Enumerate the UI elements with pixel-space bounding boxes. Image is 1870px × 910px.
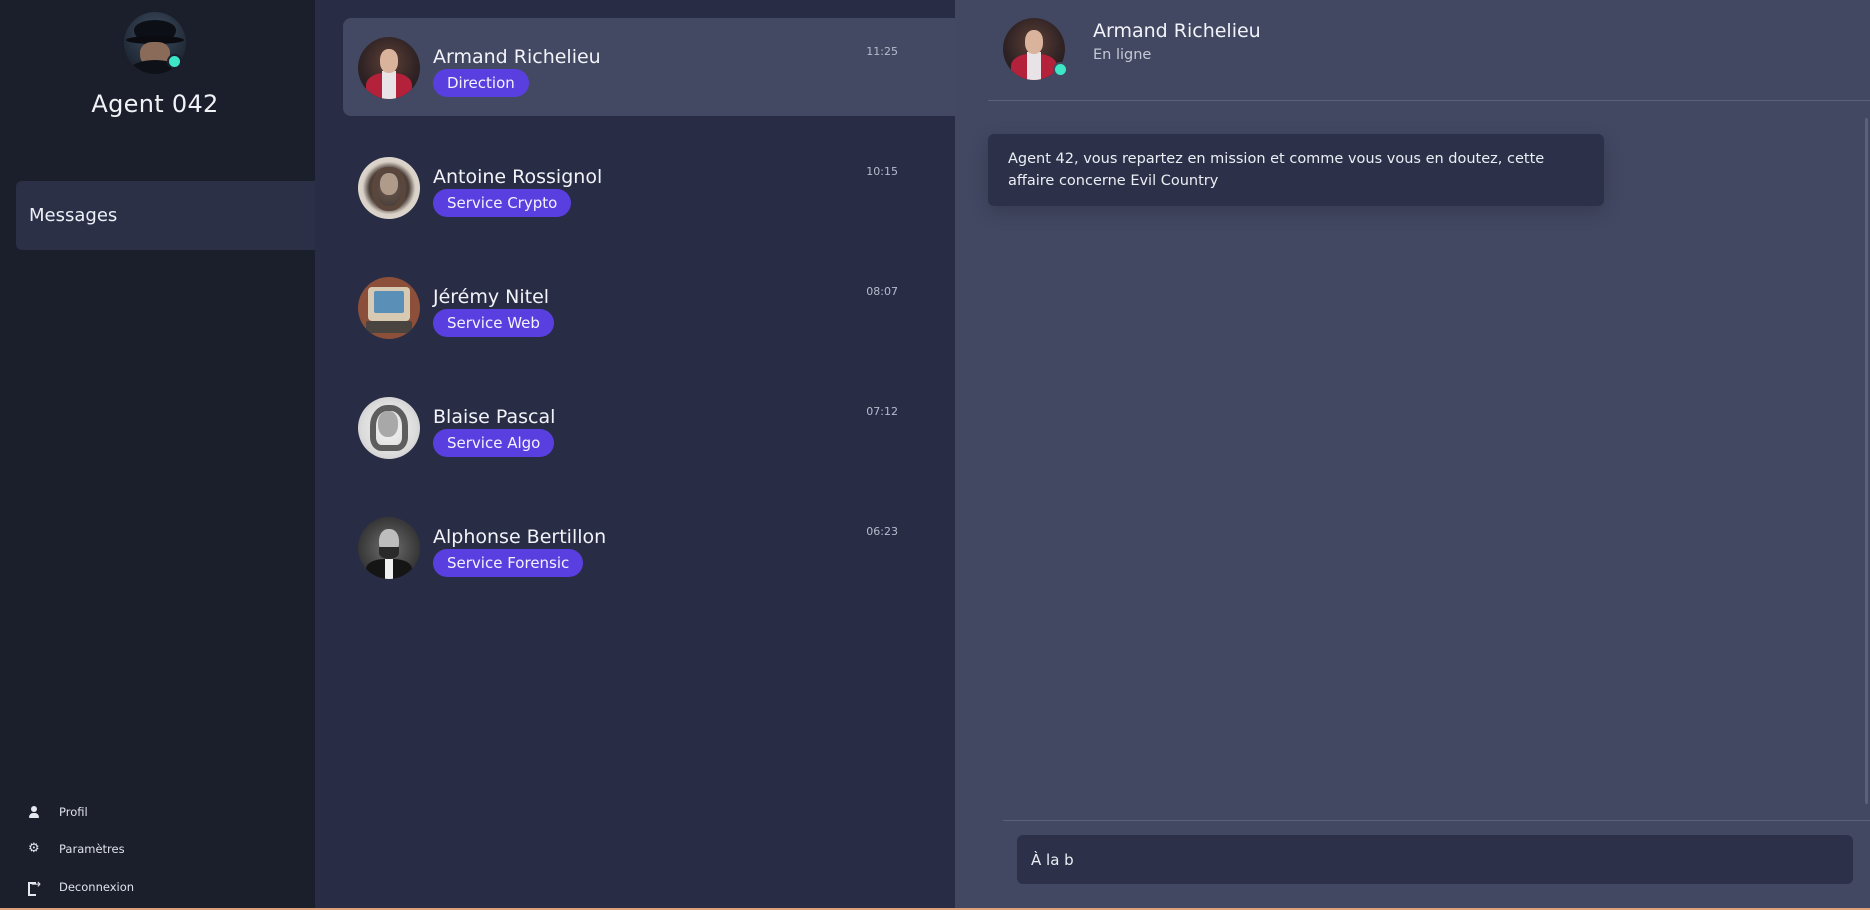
department-badge: Service Web xyxy=(433,309,554,337)
chat-panel: Armand Richelieu En ligne Agent 42, vous… xyxy=(955,0,1870,908)
chat-contact-status: En ligne xyxy=(1093,47,1152,63)
profile-link-label: Profil xyxy=(59,805,88,819)
divider xyxy=(1003,820,1870,821)
chat-contact-name: Armand Richelieu xyxy=(1093,20,1261,42)
conversation-item[interactable]: Blaise Pascal Service Algo 07:12 xyxy=(343,378,955,476)
contact-avatar xyxy=(358,277,420,339)
logout-icon xyxy=(28,877,41,896)
conversation-item[interactable]: Alphonse Bertillon Service Forensic 06:2… xyxy=(343,498,955,596)
message-time: 06:23 xyxy=(866,525,898,538)
contact-avatar xyxy=(358,37,420,99)
contact-name: Armand Richelieu xyxy=(433,46,601,68)
contact-avatar xyxy=(358,517,420,579)
profile-link[interactable]: Profil xyxy=(28,805,88,819)
message-bubble: Agent 42, vous repartez en mission et co… xyxy=(988,134,1604,206)
conversation-item[interactable]: Armand Richelieu Direction 11:25 xyxy=(343,18,955,116)
conversation-list: Armand Richelieu Direction 11:25 Antoine… xyxy=(315,0,955,908)
message-time: 10:15 xyxy=(866,165,898,178)
conversation-item[interactable]: Jérémy Nitel Service Web 08:07 xyxy=(343,258,955,356)
left-sidebar: Agent 042 Messages Profil ⚙ Paramètres D… xyxy=(0,0,315,908)
message-time: 07:12 xyxy=(866,405,898,418)
user-icon xyxy=(28,806,40,818)
contact-name: Jérémy Nitel xyxy=(433,286,550,308)
logout-link[interactable]: Deconnexion xyxy=(28,877,135,896)
contact-name: Antoine Rossignol xyxy=(433,166,603,188)
gear-icon: ⚙ xyxy=(28,841,40,856)
logout-link-label: Deconnexion xyxy=(59,880,135,894)
message-time: 11:25 xyxy=(866,45,898,58)
settings-link[interactable]: ⚙ Paramètres xyxy=(28,842,125,856)
nav-item-messages[interactable]: Messages xyxy=(16,181,315,250)
contact-name: Alphonse Bertillon xyxy=(433,526,607,548)
conversation-item[interactable]: Antoine Rossignol Service Crypto 10:15 xyxy=(343,138,955,236)
message-time: 08:07 xyxy=(866,285,898,298)
message-input[interactable] xyxy=(1017,835,1853,884)
agent-name: Agent 042 xyxy=(91,90,219,118)
scrollbar[interactable] xyxy=(1865,118,1868,804)
department-badge: Service Forensic xyxy=(433,549,584,577)
contact-avatar xyxy=(358,397,420,459)
online-status-dot xyxy=(167,54,182,69)
online-status-dot xyxy=(1053,62,1068,77)
message-thread[interactable]: Agent 42, vous repartez en mission et co… xyxy=(988,101,1868,820)
department-badge: Service Algo xyxy=(433,429,555,457)
department-badge: Service Crypto xyxy=(433,189,572,217)
settings-link-label: Paramètres xyxy=(59,842,125,856)
contact-name: Blaise Pascal xyxy=(433,406,556,428)
contact-avatar xyxy=(358,157,420,219)
department-badge: Direction xyxy=(433,69,529,97)
